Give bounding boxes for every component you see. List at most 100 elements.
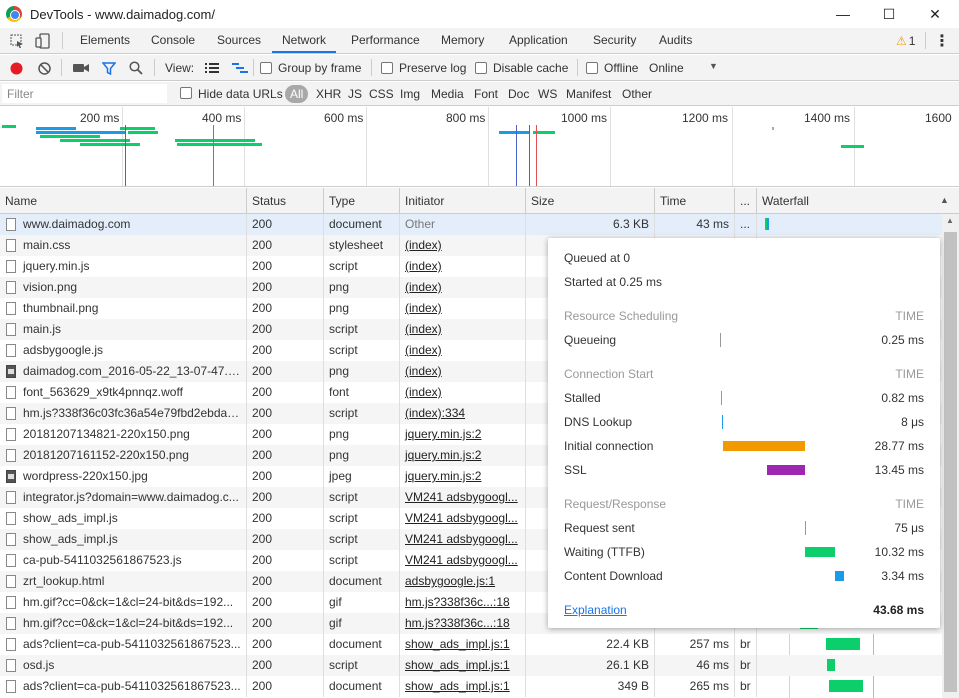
filter-type-ws[interactable]: WS (538, 87, 557, 101)
tab-network[interactable]: Network (272, 28, 337, 53)
filter-input[interactable] (2, 84, 167, 103)
name-cell[interactable]: osd.js (0, 655, 247, 676)
initiator-cell[interactable]: (index) (400, 235, 526, 256)
preserve-log-checkbox[interactable] (381, 62, 393, 74)
tab-audits[interactable]: Audits (659, 28, 692, 53)
name-cell[interactable]: zrt_lookup.html (0, 571, 247, 592)
initiator-cell[interactable]: (index) (400, 361, 526, 382)
filter-type-media[interactable]: Media (431, 87, 464, 101)
column-header-more[interactable]: ... (735, 188, 757, 214)
initiator-cell[interactable]: show_ads_impl.js:1 (400, 634, 526, 655)
name-cell[interactable]: hm.gif?cc=0&ck=1&cl=24-bit&ds=192... (0, 613, 247, 634)
column-header-waterfall[interactable]: Waterfall (757, 188, 959, 214)
filter-type-css[interactable]: CSS (369, 87, 394, 101)
tab-sources[interactable]: Sources (217, 28, 261, 53)
table-row[interactable]: ads?client=ca-pub-5411032561867523... 200… (0, 676, 942, 697)
name-cell[interactable]: 20181207161152-220x150.png (0, 445, 247, 466)
initiator-cell[interactable]: adsbygoogle.js:1 (400, 571, 526, 592)
initiator-cell[interactable]: VM241 adsbygoogl... (400, 529, 526, 550)
name-cell[interactable]: ca-pub-5411032561867523.js (0, 550, 247, 571)
minimize-button[interactable]: — (820, 0, 866, 28)
tab-performance[interactable]: Performance (351, 28, 420, 53)
warnings-indicator[interactable]: ⚠ 1 (896, 33, 915, 49)
name-cell[interactable]: www.daimadog.com (0, 214, 247, 235)
initiator-cell[interactable]: show_ads_impl.js:1 (400, 676, 526, 697)
name-cell[interactable]: font_563629_x9tk4pnnqz.woff (0, 382, 247, 403)
more-menu-icon[interactable]: ⋮ (934, 32, 950, 50)
name-cell[interactable]: main.js (0, 319, 247, 340)
initiator-cell[interactable]: jquery.min.js:2 (400, 466, 526, 487)
scroll-up-icon[interactable]: ▲ (946, 216, 954, 225)
large-rows-icon[interactable] (204, 61, 219, 75)
vertical-scrollbar[interactable]: ▲ (942, 214, 959, 698)
search-icon[interactable] (128, 61, 144, 75)
initiator-cell[interactable]: hm.js?338f36c...:18 (400, 592, 526, 613)
group-by-frame-checkbox[interactable] (260, 62, 272, 74)
filter-type-other[interactable]: Other (622, 87, 652, 101)
name-cell[interactable]: jquery.min.js (0, 256, 247, 277)
offline-checkbox[interactable] (586, 62, 598, 74)
table-row[interactable]: osd.js 200 script show_ads_impl.js:1 26.1 KB… (0, 655, 942, 676)
table-row[interactable]: www.daimadog.com 200 document Other 6.3 KB 43… (0, 214, 942, 235)
column-header-size[interactable]: Size (526, 188, 655, 214)
name-cell[interactable]: main.css (0, 235, 247, 256)
filter-type-doc[interactable]: Doc (508, 87, 529, 101)
name-cell[interactable]: vision.png (0, 277, 247, 298)
initiator-cell[interactable]: (index) (400, 277, 526, 298)
name-cell[interactable]: show_ads_impl.js (0, 529, 247, 550)
show-overview-icon[interactable] (232, 61, 248, 75)
filter-icon[interactable] (101, 61, 117, 75)
maximize-button[interactable]: ☐ (866, 0, 912, 28)
explanation-link[interactable]: Explanation (564, 603, 627, 617)
name-cell[interactable]: adsbygoogle.js (0, 340, 247, 361)
name-cell[interactable]: ads?client=ca-pub-5411032561867523... (0, 634, 247, 655)
tab-memory[interactable]: Memory (441, 28, 484, 53)
initiator-cell[interactable]: show_ads_impl.js:1 (400, 655, 526, 676)
initiator-cell[interactable]: (index) (400, 382, 526, 403)
initiator-cell[interactable]: (index) (400, 319, 526, 340)
initiator-cell[interactable]: hm.js?338f36c...:18 (400, 613, 526, 634)
filter-type-manifest[interactable]: Manifest (566, 87, 611, 101)
initiator-cell[interactable]: (index) (400, 298, 526, 319)
waterfall-cell[interactable] (757, 214, 942, 235)
column-header-time[interactable]: Time (655, 188, 735, 214)
column-header-status[interactable]: Status (247, 188, 324, 214)
filter-type-xhr[interactable]: XHR (316, 87, 341, 101)
throttle-select[interactable]: Online ▼ (643, 58, 723, 78)
initiator-cell[interactable]: jquery.min.js:2 (400, 424, 526, 445)
capture-screenshots-icon[interactable] (73, 61, 89, 75)
initiator-cell[interactable]: (index):334 (400, 403, 526, 424)
name-cell[interactable]: ads?client=ca-pub-5411032561867523... (0, 676, 247, 697)
column-header-initiator[interactable]: Initiator (400, 188, 526, 214)
device-toolbar-icon[interactable] (34, 32, 52, 50)
tab-elements[interactable]: Elements (80, 28, 130, 53)
initiator-cell[interactable]: VM241 adsbygoogl... (400, 550, 526, 571)
filter-type-js[interactable]: JS (348, 87, 362, 101)
initiator-cell[interactable]: (index) (400, 256, 526, 277)
name-cell[interactable]: wordpress-220x150.jpg (0, 466, 247, 487)
name-cell[interactable]: daimadog.com_2016-05-22_13-07-47.p... (0, 361, 247, 382)
initiator-cell[interactable]: VM241 adsbygoogl... (400, 508, 526, 529)
scrollbar-thumb[interactable] (944, 232, 957, 692)
filter-type-all[interactable]: All (285, 85, 309, 103)
column-header-type[interactable]: Type (324, 188, 400, 214)
initiator-cell[interactable]: jquery.min.js:2 (400, 445, 526, 466)
waterfall-cell[interactable] (757, 655, 942, 676)
name-cell[interactable]: hm.js?338f36c03fc36a54e79fbd2ebdae... (0, 403, 247, 424)
name-cell[interactable]: 20181207134821-220x150.png (0, 424, 247, 445)
name-cell[interactable]: integrator.js?domain=www.daimadog.c... (0, 487, 247, 508)
network-overview[interactable]: 200 ms 400 ms 600 ms 800 ms 1000 ms 1200… (0, 107, 959, 187)
initiator-cell[interactable]: VM241 adsbygoogl... (400, 487, 526, 508)
tab-application[interactable]: Application (509, 28, 568, 53)
name-cell[interactable]: show_ads_impl.js (0, 508, 247, 529)
inspect-element-icon[interactable] (8, 32, 26, 50)
name-cell[interactable]: hm.gif?cc=0&ck=1&cl=24-bit&ds=192... (0, 592, 247, 613)
record-icon[interactable] (9, 61, 23, 75)
name-cell[interactable]: thumbnail.png (0, 298, 247, 319)
tab-console[interactable]: Console (151, 28, 195, 53)
filter-type-img[interactable]: Img (400, 87, 420, 101)
filter-type-font[interactable]: Font (474, 87, 498, 101)
initiator-cell[interactable]: (index) (400, 340, 526, 361)
table-row[interactable]: ads?client=ca-pub-5411032561867523... 200… (0, 634, 942, 655)
column-header-name[interactable]: Name (0, 188, 247, 214)
